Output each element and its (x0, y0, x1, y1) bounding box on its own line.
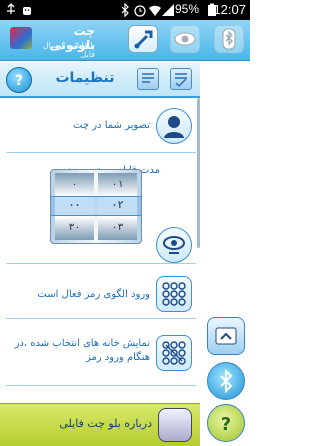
bluetooth-connect-button[interactable] (207, 362, 245, 400)
divider (6, 385, 196, 386)
battery-percent: 95% (175, 2, 200, 16)
app-subtitle: با قابلیت ارسال فایل (42, 41, 95, 59)
send-file-button[interactable] (207, 317, 245, 355)
help-button[interactable]: ? (6, 67, 32, 93)
about-button[interactable]: درباره بلو چت فایلی (0, 403, 200, 446)
settings-tools-icon (134, 30, 153, 49)
svg-text:?: ? (221, 414, 231, 435)
wifi-icon (149, 5, 161, 16)
divider (6, 263, 196, 264)
eye-icon (174, 32, 196, 46)
signal-icon (162, 4, 174, 16)
about-label: درباره بلو چت فایلی (59, 417, 152, 430)
settings-list-button[interactable] (137, 68, 159, 90)
file-transfer-icon (215, 327, 237, 345)
visibility-timer-icon (163, 236, 185, 254)
pattern-lock-setting[interactable]: ورود الگوی رمز فعال است (0, 268, 200, 318)
side-rail: ? (200, 62, 250, 445)
pattern-lock-label: ورود الگوی رمز فعال است (37, 289, 150, 300)
user-icon (164, 116, 184, 138)
about-app-icon (158, 408, 192, 442)
question-icon: ? (15, 73, 23, 89)
picker-value: ۳۰ (68, 222, 81, 233)
pattern-path-icon (162, 341, 186, 365)
svg-text:?: ? (15, 73, 23, 89)
bluetooth-tab-button[interactable] (214, 25, 244, 53)
checklist-icon (175, 73, 187, 88)
picker-value: ۰۱ (111, 179, 124, 190)
show-selected-cells-setting[interactable]: نمایش خانه های انتخاب شده ،در هنگام ورود… (0, 323, 200, 383)
bluetooth-icon (121, 3, 129, 17)
list-edit-icon (142, 73, 154, 83)
show-selected-cells-label: نمایش خانه های انتخاب شده ،در هنگام ورود… (14, 338, 150, 363)
save-settings-button[interactable] (170, 68, 192, 90)
duration-picker[interactable]: ۰ ۰۰ ۳۰ ۰۱ ۰۲ ۰۳ (50, 169, 142, 244)
picker-value: ۰ (71, 179, 78, 190)
pattern-lock-button[interactable] (156, 276, 192, 312)
divider (6, 152, 196, 153)
divider (6, 318, 196, 319)
android-debug-icon (23, 7, 31, 15)
settings-tab-button[interactable] (128, 25, 158, 53)
question-icon: ? (221, 414, 231, 435)
picker-selection-band (51, 196, 141, 216)
profile-picture-button[interactable] (156, 108, 192, 144)
show-selected-cells-button[interactable] (156, 335, 192, 371)
profile-picture-label: تصویر شما در چت (73, 120, 150, 131)
discoverable-button[interactable] (156, 227, 192, 263)
clock: 12:07 (213, 2, 246, 17)
settings-list: تصویر شما در چت مدت قابل جستجوبودن ثانیه… (0, 98, 200, 445)
alarm-icon (134, 5, 146, 17)
app-logo-icon (10, 27, 32, 49)
picker-value: ۰۳ (111, 222, 124, 233)
help-side-button[interactable]: ? (207, 404, 245, 442)
bluetooth-icon (220, 368, 233, 394)
status-bar: 95% 12:07 (0, 0, 250, 20)
profile-picture-setting[interactable]: تصویر شما در چت (0, 103, 200, 149)
page-title: تنظیمات (55, 70, 115, 86)
settings-header: ? تنظیمات (0, 62, 200, 98)
pattern-grid-icon (162, 282, 186, 306)
view-tab-button[interactable] (170, 25, 200, 53)
bluetooth-icon (222, 28, 236, 50)
usb-icon (7, 3, 15, 14)
